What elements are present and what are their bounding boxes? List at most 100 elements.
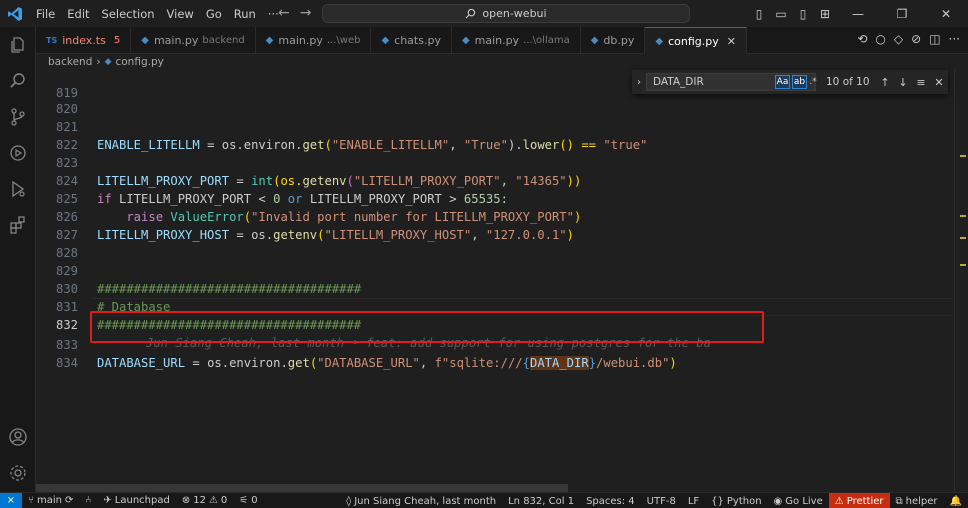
search-icon[interactable] — [0, 65, 36, 97]
warning-icon: ⚠ — [208, 495, 218, 506]
toggle-panel-icon[interactable]: ▭ — [770, 7, 792, 21]
forward-arrow-icon[interactable]: → — [300, 5, 312, 21]
menu-file[interactable]: File — [30, 7, 61, 21]
launchpad-label: Launchpad — [114, 495, 170, 506]
compare-changes-icon[interactable]: ⟲ — [857, 32, 867, 46]
python-file-icon: ◆ — [655, 35, 664, 47]
vscode-logo-icon[interactable] — [0, 0, 30, 27]
prettier-status[interactable]: ⚠ Prettier — [828, 493, 890, 508]
broadcast-icon: ⚟ — [239, 495, 249, 506]
scroll-match-marker — [960, 155, 966, 157]
git-blame-status[interactable]: ◊ Jun Siang Cheah, last month — [340, 496, 502, 507]
remote-indicator-icon[interactable]: ⨯ — [0, 492, 22, 508]
warning-triangle-icon: ⚠ — [834, 495, 844, 507]
breadcrumb-folder[interactable]: backend — [48, 56, 92, 68]
match-whole-word-toggle[interactable]: ab — [792, 75, 807, 89]
tab-main-py-backend[interactable]: ◆ main.py backend — [131, 27, 256, 54]
launchpad-item[interactable]: ✈ Launchpad — [97, 495, 175, 506]
open-changes-icon[interactable]: ○ — [875, 32, 885, 46]
prettier-label: Prettier — [846, 495, 884, 507]
gitlens-icon[interactable]: ◇ — [894, 32, 903, 46]
toggle-secondary-sidebar-icon[interactable]: ▯ — [792, 7, 814, 21]
end-of-line[interactable]: LF — [682, 496, 705, 507]
tab-main-py-web[interactable]: ◆ main.py ...\web — [256, 27, 372, 54]
menu-view[interactable]: View — [161, 7, 200, 21]
language-mode[interactable]: {} Python — [705, 496, 767, 507]
sync-icon: ⟳ — [65, 495, 74, 506]
testing-icon[interactable] — [0, 173, 36, 205]
go-live-label: Go Live — [785, 495, 823, 507]
previous-match-arrow-icon[interactable]: ↑ — [876, 76, 894, 89]
indentation[interactable]: Spaces: 4 — [580, 496, 641, 507]
tab-label: config.py — [668, 34, 719, 48]
go-live-button[interactable]: ◉ Go Live — [768, 496, 829, 507]
split-editor-icon[interactable]: ◫ — [929, 32, 940, 46]
customize-layout-icon[interactable]: ⊞ — [814, 7, 836, 21]
source-control-icon[interactable] — [0, 101, 36, 133]
editor-actions: ⟲ ○ ◇ ⊘ ◫ ··· — [857, 32, 960, 46]
close-tab-icon[interactable]: ✕ — [727, 35, 736, 48]
settings-gear-icon[interactable] — [0, 457, 36, 489]
scroll-match-marker — [960, 264, 966, 266]
nav-arrows: ← → — [278, 5, 311, 21]
tab-chats-py[interactable]: ◆ chats.py — [371, 27, 452, 54]
blame-text: Jun Siang Cheah, last month — [354, 495, 497, 507]
gitlens-status-icon[interactable]: ⑃ — [79, 495, 97, 506]
close-find-icon[interactable]: ✕ — [930, 76, 948, 89]
timeline-icon[interactable]: ⊘ — [911, 32, 921, 46]
find-input[interactable]: DATA_DIR Aa ab .* — [646, 73, 818, 91]
accounts-icon[interactable] — [0, 421, 36, 453]
menu-go[interactable]: Go — [200, 7, 228, 21]
notifications-bell-icon[interactable]: 🔔 — [944, 496, 968, 507]
restore-icon[interactable]: ❐ — [880, 7, 924, 21]
code-line-826: 826 LITELLM_PROXY_HOST = os.getenv("LITE… — [36, 190, 936, 242]
menu-run[interactable]: Run — [228, 7, 262, 21]
problems-indicator[interactable]: ⊗ 12 ⚠ 0 — [176, 495, 233, 506]
command-center-label: open-webui — [482, 7, 547, 20]
minimize-icon[interactable]: — — [836, 7, 880, 21]
menu-selection[interactable]: Selection — [96, 7, 161, 21]
extensions-icon[interactable] — [0, 209, 36, 241]
close-window-icon[interactable]: ✕ — [924, 7, 968, 21]
tab-label: db.py — [603, 34, 635, 47]
code-text: DATABASE_URL = os.environ.get("DATABASE_… — [97, 356, 677, 370]
code-line-830: 830 # Database — [36, 262, 936, 314]
cursor-position[interactable]: Ln 832, Col 1 — [502, 496, 580, 507]
python-file-icon: ◆ — [461, 35, 470, 46]
encoding[interactable]: UTF-8 — [641, 496, 682, 507]
explorer-icon[interactable] — [0, 29, 36, 61]
tab-main-py-ollama[interactable]: ◆ main.py ...\ollama — [452, 27, 581, 54]
use-regex-toggle[interactable]: .* — [808, 75, 818, 89]
tab-db-py[interactable]: ◆ db.py — [581, 27, 646, 54]
helper-item[interactable]: ⧉ helper — [890, 496, 944, 507]
code-line-824: 824 if LITELLM_PROXY_PORT < 0 or LITELLM… — [36, 154, 936, 206]
match-case-toggle[interactable]: Aa — [775, 75, 790, 89]
status-bar-right: ◊ Jun Siang Cheah, last month Ln 832, Co… — [340, 493, 968, 508]
ports-indicator[interactable]: ⚟ 0 — [233, 495, 263, 506]
breadcrumb-file[interactable]: config.py — [115, 56, 163, 68]
find-result-count: 10 of 10 — [826, 76, 870, 88]
next-match-arrow-icon[interactable]: ↓ — [894, 76, 912, 89]
toggle-replace-chevron-icon[interactable]: › — [632, 77, 646, 88]
toggle-primary-sidebar-icon[interactable]: ▯ — [748, 7, 770, 21]
vertical-scrollbar[interactable] — [954, 69, 968, 492]
run-debug-icon[interactable] — [0, 137, 36, 169]
horizontal-scrollbar[interactable] — [36, 484, 568, 492]
typescript-file-icon: TS — [46, 36, 58, 45]
tab-index-ts[interactable]: TS index.ts 5 — [36, 27, 132, 54]
python-file-icon: ◆ — [265, 35, 274, 46]
more-actions-icon[interactable]: ··· — [949, 32, 960, 46]
menu-edit[interactable]: Edit — [61, 7, 95, 21]
code-editor[interactable]: 819 820 821 ENABLE_LITELLM = os.environ.… — [36, 69, 968, 492]
command-center[interactable]: open-webui — [322, 4, 690, 23]
code-line-822: 822 — [36, 118, 936, 152]
find-in-selection-icon[interactable]: ≡ — [912, 76, 930, 89]
tab-config-py[interactable]: ◆ config.py ✕ — [645, 27, 747, 54]
status-bar: ⨯ ⑂ main ⟳ ⑃ ✈ Launchpad ⊗ 12 ⚠ 0 ⚟ 0 ◊ … — [0, 492, 968, 508]
launchpad-icon: ✈ — [103, 495, 112, 506]
tab-label: index.ts — [62, 34, 106, 47]
back-arrow-icon[interactable]: ← — [278, 5, 290, 21]
code-line-828: 828 — [36, 226, 936, 260]
code-line-825: 825 raise ValueError("Invalid port numbe… — [36, 172, 936, 224]
branch-indicator[interactable]: ⑂ main ⟳ — [22, 495, 79, 506]
